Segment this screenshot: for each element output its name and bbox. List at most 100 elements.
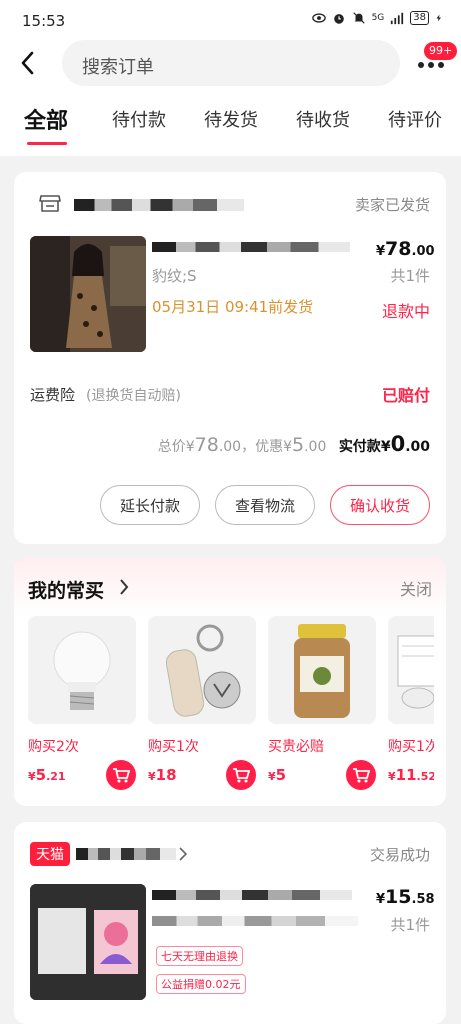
add-to-cart-button[interactable] xyxy=(106,760,136,790)
paid-symbol: ¥ xyxy=(380,439,391,455)
price-decimal: .00 xyxy=(411,244,435,259)
chevron-right-icon[interactable] xyxy=(118,578,130,596)
back-arrow-icon[interactable] xyxy=(14,48,44,78)
search-input[interactable]: 搜索订单 xyxy=(62,40,400,86)
currency-symbol: ¥ xyxy=(148,770,156,783)
price-decimal: .21 xyxy=(46,770,66,783)
frequent-item-image[interactable] xyxy=(268,616,376,724)
frequent-item-image[interactable] xyxy=(148,616,256,724)
charging-icon xyxy=(436,14,441,22)
paid-integer: 0 xyxy=(390,432,406,456)
tab-pending-receipt[interactable]: 待收货 xyxy=(296,106,350,132)
frequently-bought-title[interactable]: 我的常买 xyxy=(28,576,104,603)
product-variant: 豹纹;S xyxy=(152,267,197,285)
status-time: 15:53 xyxy=(22,12,66,30)
price-integer: 5 xyxy=(35,766,47,784)
snack-jar-image xyxy=(294,624,350,718)
refund-status[interactable]: 退款中 xyxy=(382,298,430,322)
order-total-line: 总价¥78.00，优惠¥5.00 实付款¥0.00 xyxy=(158,432,430,456)
more-dot xyxy=(428,62,434,68)
insurance-status: 已赔付 xyxy=(381,386,430,405)
product-photo xyxy=(30,884,146,1000)
price-integer: 15 xyxy=(385,886,412,908)
add-to-cart-button[interactable] xyxy=(226,760,256,790)
order-tabs: 全部 待付款 待发货 待收货 待评价 xyxy=(0,90,461,156)
cart-icon xyxy=(233,768,251,783)
price-integer: 5 xyxy=(275,766,287,784)
product-price: ¥15.58 xyxy=(376,886,435,908)
price-integer: 11 xyxy=(395,766,417,784)
more-dots-icon xyxy=(418,62,424,68)
order-card[interactable]: 卖家已发货 ¥78.00 豹纹;S 共1件 05月31日 09:41前发货 退款… xyxy=(14,172,446,544)
insurance-subtitle: (退换货自动赔) xyxy=(86,388,181,404)
paid-decimal: .00 xyxy=(405,439,430,455)
price-decimal: .52 xyxy=(416,770,434,783)
tab-pending-shipment[interactable]: 待发货 xyxy=(204,106,258,132)
currency-symbol: ¥ xyxy=(268,770,276,783)
close-button[interactable]: 关闭 xyxy=(400,576,432,600)
product-title-redacted[interactable] xyxy=(152,890,352,900)
currency-symbol: ¥ xyxy=(376,244,386,259)
frequently-bought-card: 我的常买 关闭 购买2次 ¥5.21 购买1次 ¥18 买贵必赔 ¥5 购买1次… xyxy=(14,558,446,806)
frequent-item-price: ¥5 xyxy=(268,766,286,784)
paid-label: 实付款 xyxy=(338,439,381,455)
discount-decimal: .00 xyxy=(304,439,327,455)
total-integer: 78 xyxy=(194,434,219,456)
frequent-item-price: ¥5.21 xyxy=(28,766,66,784)
frequent-item[interactable]: 买贵必赔 ¥5 xyxy=(268,616,376,790)
frequent-item-label: 购买1次 xyxy=(148,739,199,755)
lightbulb-image xyxy=(53,631,111,710)
product-image[interactable] xyxy=(30,236,146,352)
order-status: 卖家已发货 xyxy=(354,196,430,214)
frequent-item[interactable]: 购买1次 ¥18 xyxy=(148,616,256,790)
header: 搜索订单 xyxy=(0,40,461,90)
network-label: 5G xyxy=(371,13,385,23)
signal-icon xyxy=(391,12,404,25)
status-bar: 15:53 5G 38 xyxy=(0,0,461,40)
order-status: 交易成功 xyxy=(369,846,430,864)
shop-name-redacted[interactable] xyxy=(76,848,176,860)
status-icons: 5G 38 xyxy=(311,11,443,25)
paper-roll-image xyxy=(397,635,434,709)
price-integer: 18 xyxy=(155,766,177,784)
total-label: 总价 xyxy=(157,439,186,455)
extend-payment-button[interactable]: 延长付款 xyxy=(100,485,200,525)
product-image[interactable] xyxy=(30,884,146,1000)
tab-pending-review[interactable]: 待评价 xyxy=(388,106,442,132)
chevron-right-icon[interactable] xyxy=(178,846,188,862)
return-policy-tag: 七天无理由退换 xyxy=(156,946,243,966)
currency-symbol: ¥ xyxy=(28,770,36,783)
currency-symbol: ¥ xyxy=(376,892,386,907)
mute-icon xyxy=(352,12,365,24)
order-card[interactable]: 天猫 交易成功 ¥15.58 共1件 七天无理由退换 公益捐赠0.02元 xyxy=(14,822,446,1024)
tab-all[interactable]: 全部 xyxy=(24,103,68,135)
message-badge: 99+ xyxy=(424,42,458,60)
frequent-item-image[interactable] xyxy=(28,616,136,724)
frequent-item[interactable]: 购买1次 ¥11.52 xyxy=(388,616,434,796)
keychain-image xyxy=(165,624,241,717)
product-title-redacted[interactable] xyxy=(152,242,350,252)
cart-icon xyxy=(113,768,131,783)
frequent-item[interactable]: 购买2次 ¥5.21 xyxy=(28,616,136,790)
paid-amount: 实付款¥0.00 xyxy=(338,432,430,456)
total-symbol: ¥ xyxy=(185,439,195,455)
frequent-item-label: 购买2次 xyxy=(28,739,79,755)
product-spec-redacted xyxy=(152,916,358,926)
frequent-item-price: ¥18 xyxy=(148,766,177,784)
product-price: ¥78.00 xyxy=(376,238,435,260)
add-to-cart-button[interactable] xyxy=(346,760,376,790)
search-placeholder: 搜索订单 xyxy=(82,57,154,78)
frequent-item-label: 购买1次 xyxy=(388,739,434,755)
cart-icon xyxy=(353,768,371,783)
frequent-item-price: ¥11.52 xyxy=(388,766,434,784)
total-decimal: .00 xyxy=(218,439,242,455)
view-logistics-button[interactable]: 查看物流 xyxy=(215,485,315,525)
eye-icon xyxy=(311,13,326,23)
insurance-label: 运费险 xyxy=(30,386,76,404)
tab-pending-payment[interactable]: 待付款 xyxy=(112,106,166,132)
confirm-receipt-button[interactable]: 确认收货 xyxy=(330,485,430,525)
charity-tag: 公益捐赠0.02元 xyxy=(156,974,246,994)
shop-icon xyxy=(39,195,61,212)
frequent-item-image[interactable] xyxy=(388,616,434,724)
shop-name-redacted[interactable] xyxy=(74,199,244,211)
